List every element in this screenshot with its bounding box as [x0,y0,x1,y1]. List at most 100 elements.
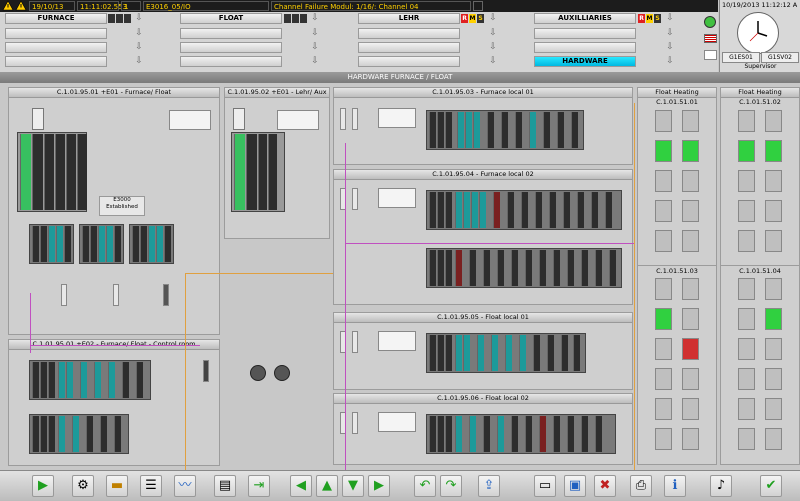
float-heating-04[interactable]: C.1.01.51.04 [720,265,800,465]
alarm-bar[interactable]: 19/10/13 11:11:02.553 1 E3016_05/IO Chan… [0,0,718,12]
float-heating-01[interactable]: Float Heating C.1.01.51.01 [637,87,717,267]
back-icon[interactable]: ◀ [290,475,312,497]
area-slot[interactable] [180,42,282,53]
panel-control-room[interactable]: C.1.01.95.01 +E02 - Furnace/ Float - Con… [8,339,220,466]
heating-zone[interactable] [655,368,672,390]
heating-zone[interactable] [682,140,699,162]
download-icon[interactable]: ⇩ [310,42,320,52]
area-slot[interactable] [358,56,460,67]
settings-icon[interactable]: ⚙ [72,475,94,497]
io-rack[interactable] [426,190,622,230]
stop-switch-icon[interactable] [277,110,319,130]
server-g1sv02[interactable]: G1SV02 [761,52,799,63]
down-icon[interactable]: ▼ [342,475,364,497]
list-icon[interactable]: ☰ [140,475,162,497]
coupler-module[interactable] [352,108,358,130]
area-slot[interactable] [534,42,636,53]
float-heating-03[interactable]: C.1.01.51.03 [637,265,717,465]
panel-lehr-aux[interactable]: C.1.01.95.02 +E01 - Lehr/ Aux [224,87,330,239]
heating-zone[interactable] [765,428,782,450]
heating-zone[interactable] [682,110,699,132]
io-rack[interactable] [29,360,151,400]
download-icon[interactable]: ⇩ [665,28,675,38]
heating-zone[interactable] [765,230,782,252]
download-icon[interactable]: ⇩ [134,56,144,66]
coupler-module[interactable] [203,360,209,382]
area-slot[interactable] [358,42,460,53]
heating-zone[interactable] [682,230,699,252]
download-icon[interactable]: ⇩ [310,13,320,23]
heating-zone[interactable] [765,200,782,222]
heating-zone[interactable] [655,140,672,162]
heating-zone[interactable] [765,110,782,132]
heating-zone[interactable] [655,200,672,222]
heating-zone[interactable] [738,170,755,192]
io-rack[interactable] [426,333,586,373]
export-icon[interactable]: ⇥ [248,475,270,497]
io-rack[interactable] [129,224,174,264]
area-slot[interactable] [358,28,460,39]
print-icon[interactable]: ⎙ [630,475,652,497]
heating-zone[interactable] [765,308,782,330]
play-icon[interactable]: ▶ [32,475,54,497]
heating-zone[interactable] [738,140,755,162]
open-file-icon[interactable]: ▭ [534,475,556,497]
us-flag-icon[interactable] [704,34,717,43]
heating-zone[interactable] [738,278,755,300]
area-slot[interactable] [180,28,282,39]
area-slot[interactable] [534,28,636,39]
heating-zone[interactable] [765,338,782,360]
heating-zone[interactable] [682,398,699,420]
download-icon[interactable]: ⇩ [134,42,144,52]
heating-zone[interactable] [765,140,782,162]
download-icon[interactable]: ⇩ [488,28,498,38]
coupler-module[interactable] [61,284,67,306]
undo-icon[interactable]: ↶ [414,475,436,497]
stop-switch-icon[interactable] [169,110,211,130]
download-icon[interactable]: ⇩ [665,13,675,23]
stop-switch-icon[interactable] [378,412,416,432]
io-rack[interactable] [29,414,129,454]
controller-rack[interactable] [17,132,87,212]
download-icon[interactable]: ⇩ [488,13,498,23]
area-auxilliaries-button[interactable]: AUXILLIARIES [534,13,636,24]
hardware-button[interactable]: HARDWARE [534,56,636,67]
coupler-module[interactable] [163,284,169,306]
area-slot[interactable] [5,42,107,53]
download-icon[interactable]: ⇩ [310,28,320,38]
panel-furnace-local-02[interactable]: C.1.01.95.04 - Furnace local 02 [333,169,633,305]
heating-zone[interactable] [682,338,699,360]
io-rack[interactable] [426,414,616,454]
motor-icon[interactable] [250,365,266,381]
heating-zone[interactable] [765,170,782,192]
heating-zone[interactable] [655,230,672,252]
download-icon[interactable]: ⇩ [665,56,675,66]
heating-zone[interactable] [738,200,755,222]
heating-zone[interactable] [655,278,672,300]
heating-zone[interactable] [682,200,699,222]
folder-icon[interactable]: ▬ [106,475,128,497]
io-rack[interactable] [79,224,124,264]
panel-float-local-01[interactable]: C.1.01.95.05 - Float local 01 [333,312,633,390]
heating-zone[interactable] [738,398,755,420]
heating-zone[interactable] [682,368,699,390]
controller-rack[interactable] [231,132,285,212]
area-float-button[interactable]: FLOAT [180,13,282,24]
stop-switch-icon[interactable] [378,188,416,208]
heating-zone[interactable] [738,110,755,132]
info-icon[interactable]: ℹ [664,475,686,497]
area-slot[interactable] [5,28,107,39]
panel-furnace-float[interactable]: C.1.01.95.01 +E01 - Furnace/ Float E3000… [8,87,220,335]
io-rack[interactable] [29,224,74,264]
motor-icon[interactable] [274,365,290,381]
stop-switch-icon[interactable] [378,108,416,128]
coupler-module[interactable] [113,284,119,306]
heating-zone[interactable] [682,170,699,192]
panel-float-local-02[interactable]: C.1.01.95.06 - Float local 02 [333,393,633,465]
heating-zone[interactable] [738,230,755,252]
heating-zone[interactable] [682,308,699,330]
heating-zone[interactable] [655,428,672,450]
area-slot[interactable] [5,56,107,67]
language-icon[interactable] [704,50,717,60]
download-icon[interactable]: ⇩ [134,28,144,38]
